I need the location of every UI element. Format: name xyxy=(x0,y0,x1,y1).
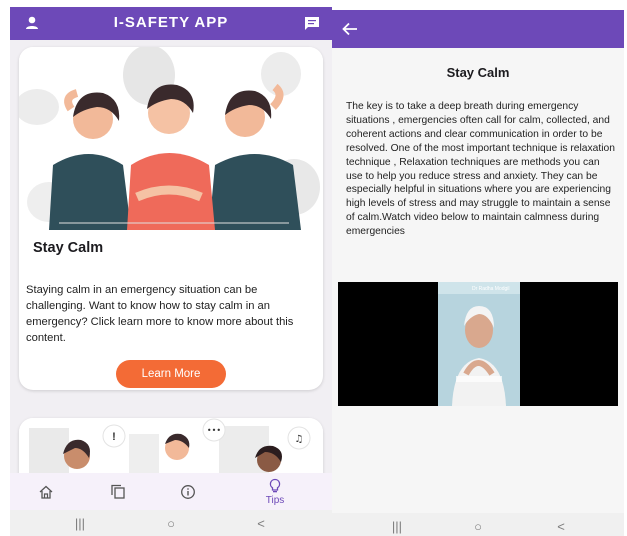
chat-icon[interactable] xyxy=(304,15,320,31)
detail-title: Stay Calm xyxy=(446,65,510,80)
nav-info[interactable] xyxy=(163,473,213,510)
recent-apps-button[interactable]: ||| xyxy=(387,518,407,534)
tip-card-stay-calm: Stay Calm Staying calm in an emergency s… xyxy=(19,47,323,390)
home-icon xyxy=(39,485,53,499)
video-caption: Dr Radha Modgil xyxy=(472,286,510,292)
recent-apps-button[interactable]: ||| xyxy=(70,515,90,531)
detail-app-bar xyxy=(332,10,624,48)
system-navigation-bar-right: ||| ○ < xyxy=(332,513,624,536)
music-note-bubble: ♫ xyxy=(295,434,304,445)
top-app-bar: I-SAFETY APP xyxy=(10,7,332,40)
video-player[interactable]: Dr Radha Modgil xyxy=(338,282,618,406)
detail-description: The key is to take a deep breath during … xyxy=(346,101,616,238)
app-title: I-SAFETY APP xyxy=(113,14,229,31)
back-button[interactable]: < xyxy=(251,515,271,531)
card-title: Stay Calm xyxy=(33,240,104,256)
learn-more-button[interactable]: Learn More xyxy=(116,360,226,388)
home-button[interactable]: ○ xyxy=(161,515,181,531)
nav-tips-label: Tips xyxy=(265,494,285,506)
bottom-navigation: Tips xyxy=(10,473,332,510)
home-button[interactable]: ○ xyxy=(468,518,488,534)
stressed-people-illustration xyxy=(19,47,323,230)
nav-home[interactable] xyxy=(21,473,71,510)
home-screen: I-SAFETY APP Stay Calm Staying calm in a… xyxy=(10,7,332,536)
lightbulb-icon xyxy=(269,478,281,492)
exclamation-bubble: ! xyxy=(112,431,116,443)
system-navigation-bar: ||| ○ < xyxy=(10,510,332,536)
library-icon xyxy=(111,484,125,499)
video-thumbnail: Dr Radha Modgil xyxy=(438,282,520,406)
card-description: Staying calm in an emergency situation c… xyxy=(26,284,294,344)
nav-library[interactable] xyxy=(93,473,143,510)
info-icon xyxy=(181,484,195,499)
detail-screen: Stay Calm The key is to take a deep brea… xyxy=(332,10,624,536)
back-button[interactable]: < xyxy=(551,518,571,534)
nav-tips[interactable]: Tips xyxy=(250,473,300,510)
presenter-image xyxy=(438,282,520,406)
back-arrow-icon[interactable] xyxy=(342,22,358,36)
ellipsis-bubble: ••• xyxy=(207,426,221,435)
